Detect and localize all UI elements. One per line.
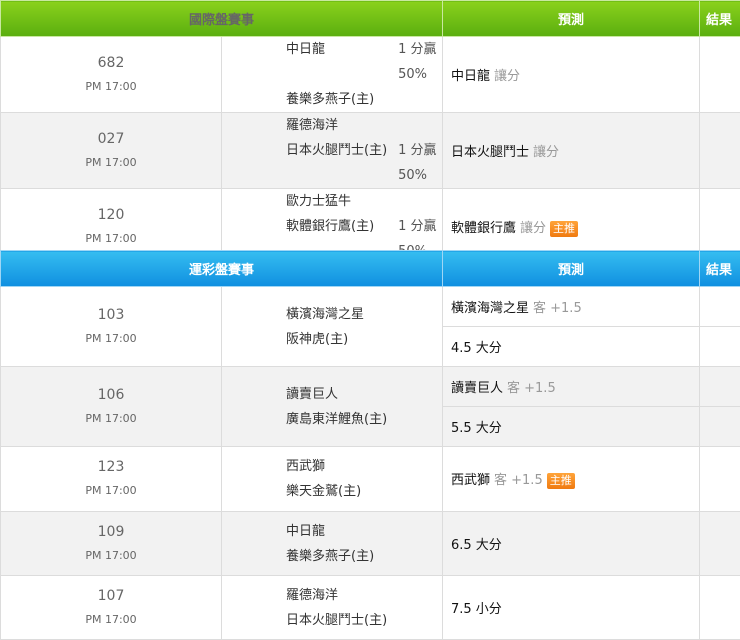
away-team: 中日龍	[286, 37, 398, 87]
pick-type: 客 +1.5	[494, 473, 543, 488]
match-number: 120	[1, 203, 221, 227]
odds: 1 分贏50%	[398, 138, 442, 188]
away-team: 西武獅	[286, 454, 442, 479]
result-cell	[700, 447, 740, 512]
away-team: 中日龍	[286, 519, 442, 544]
table-row: 027PM 17:00 羅德海洋日本火腿鬥士(主)1 分贏50% 日本火腿鬥士讓…	[1, 113, 740, 189]
home-team: 阪神虎(主)	[286, 327, 442, 352]
home-team: 廣島東洋鯉魚(主)	[286, 407, 442, 432]
pick: 西武獅	[451, 473, 490, 488]
home-team: 樂天金鷲(主)	[286, 479, 442, 504]
match-time: PM 17:00	[1, 407, 221, 431]
featured-badge: 主推	[550, 221, 578, 237]
intl-event-header: 國際盤賽事	[1, 1, 443, 37]
total-pick: 6.5 大分	[451, 538, 502, 553]
match-time: PM 17:00	[1, 75, 221, 99]
sport-table: 運彩盤賽事 預測 結果 103PM 17:00 橫濱海灣之星阪神虎(主) 橫濱海…	[0, 250, 740, 640]
match-time: PM 17:00	[1, 608, 221, 632]
sport-predict-header: 預測	[443, 251, 700, 287]
intl-result-header: 結果	[700, 1, 740, 37]
sport-result-header: 結果	[700, 251, 740, 287]
match-number: 027	[1, 127, 221, 151]
pick: 中日龍	[451, 69, 490, 84]
result-cell	[700, 113, 740, 189]
table-row: 123PM 17:00 西武獅樂天金鷲(主) 西武獅客 +1.5主推	[1, 447, 740, 512]
away-team: 羅德海洋	[286, 113, 442, 138]
table-row: 103PM 17:00 橫濱海灣之星阪神虎(主) 橫濱海灣之星客 +1.5	[1, 287, 740, 327]
pick: 讀賣巨人	[451, 381, 503, 396]
pick-type: 客 +1.5	[507, 381, 556, 396]
pick: 日本火腿鬥士	[451, 145, 529, 160]
match-number: 109	[1, 520, 221, 544]
match-time: PM 17:00	[1, 544, 221, 568]
away-team: 羅德海洋	[286, 583, 442, 608]
table-row: 106PM 17:00 讀賣巨人廣島東洋鯉魚(主) 讀賣巨人客 +1.5	[1, 367, 740, 407]
sport-event-header: 運彩盤賽事	[1, 251, 443, 287]
away-team: 讀賣巨人	[286, 382, 442, 407]
match-time: PM 17:00	[1, 327, 221, 351]
result-cell	[700, 407, 740, 447]
match-number: 107	[1, 584, 221, 608]
total-pick: 7.5 小分	[451, 602, 502, 617]
result-cell	[700, 367, 740, 407]
pick-type: 讓分	[520, 221, 546, 236]
featured-badge: 主推	[547, 473, 575, 489]
table-row: 107PM 17:00 羅德海洋日本火腿鬥士(主) 7.5 小分	[1, 576, 740, 640]
total-pick: 4.5 大分	[451, 341, 502, 356]
home-team: 養樂多燕子(主)	[286, 87, 442, 112]
pick-type: 讓分	[533, 145, 559, 160]
match-time: PM 17:00	[1, 151, 221, 175]
home-team: 養樂多燕子(主)	[286, 544, 442, 569]
intl-predict-header: 預測	[443, 1, 700, 37]
intl-table: 國際盤賽事 預測 結果 682PM 17:00 中日龍1 分贏50%養樂多燕子(…	[0, 0, 740, 265]
match-number: 106	[1, 383, 221, 407]
sport-header: 運彩盤賽事 預測 結果	[1, 251, 740, 287]
odds: 1 分贏50%	[398, 37, 442, 87]
total-pick: 5.5 大分	[451, 421, 502, 436]
result-cell	[700, 287, 740, 327]
result-cell	[700, 327, 740, 367]
pick-type: 讓分	[494, 69, 520, 84]
match-number: 103	[1, 303, 221, 327]
match-time: PM 17:00	[1, 479, 221, 503]
match-time: PM 17:00	[1, 227, 221, 251]
home-team: 日本火腿鬥士(主)	[286, 138, 398, 188]
result-cell	[700, 37, 740, 113]
result-cell	[700, 576, 740, 640]
intl-header: 國際盤賽事 預測 結果	[1, 1, 740, 37]
match-number: 682	[1, 51, 221, 75]
away-team: 橫濱海灣之星	[286, 302, 442, 327]
pick: 軟體銀行鷹	[451, 221, 516, 236]
pick-type: 客 +1.5	[533, 301, 582, 316]
home-team: 日本火腿鬥士(主)	[286, 608, 442, 633]
match-number: 123	[1, 455, 221, 479]
result-cell	[700, 512, 740, 576]
pick: 橫濱海灣之星	[451, 301, 529, 316]
table-row: 109PM 17:00 中日龍養樂多燕子(主) 6.5 大分	[1, 512, 740, 576]
away-team: 歐力士猛牛	[286, 189, 442, 214]
table-row: 682PM 17:00 中日龍1 分贏50%養樂多燕子(主) 中日龍讓分	[1, 37, 740, 113]
